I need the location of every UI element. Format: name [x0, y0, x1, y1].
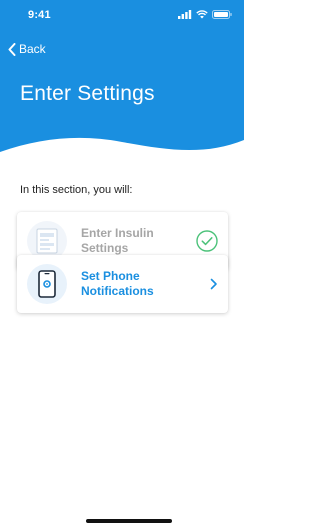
phone-settings-icon	[38, 270, 56, 298]
signal-icon	[178, 10, 192, 19]
back-label: Back	[19, 42, 46, 56]
status-time: 9:41	[28, 9, 51, 21]
step-label-line2: Notifications	[81, 284, 154, 298]
page-title: Enter Settings	[20, 82, 155, 105]
status-icons	[178, 10, 232, 19]
step-label-line1: Set Phone	[81, 269, 140, 283]
chevron-left-icon	[8, 42, 16, 56]
header-wave-decoration	[0, 137, 244, 160]
back-button[interactable]: Back	[8, 42, 46, 56]
battery-icon	[212, 10, 232, 19]
home-indicator[interactable]	[86, 519, 172, 523]
step-icon-container	[27, 264, 67, 304]
section-intro-text: In this section, you will:	[20, 184, 133, 196]
step-label: Enter Insulin Settings	[81, 226, 196, 256]
checkmark-circle-icon	[196, 230, 218, 252]
step-label-line1: Enter Insulin	[81, 226, 154, 240]
status-bar: 9:41	[0, 0, 244, 28]
step-label: Set Phone Notifications	[81, 269, 210, 299]
wifi-icon	[196, 10, 208, 19]
chevron-right-icon	[210, 278, 217, 290]
step-card-phone-notifications[interactable]: Set Phone Notifications	[17, 255, 228, 313]
document-form-icon	[36, 228, 58, 254]
step-label-line2: Settings	[81, 241, 129, 255]
